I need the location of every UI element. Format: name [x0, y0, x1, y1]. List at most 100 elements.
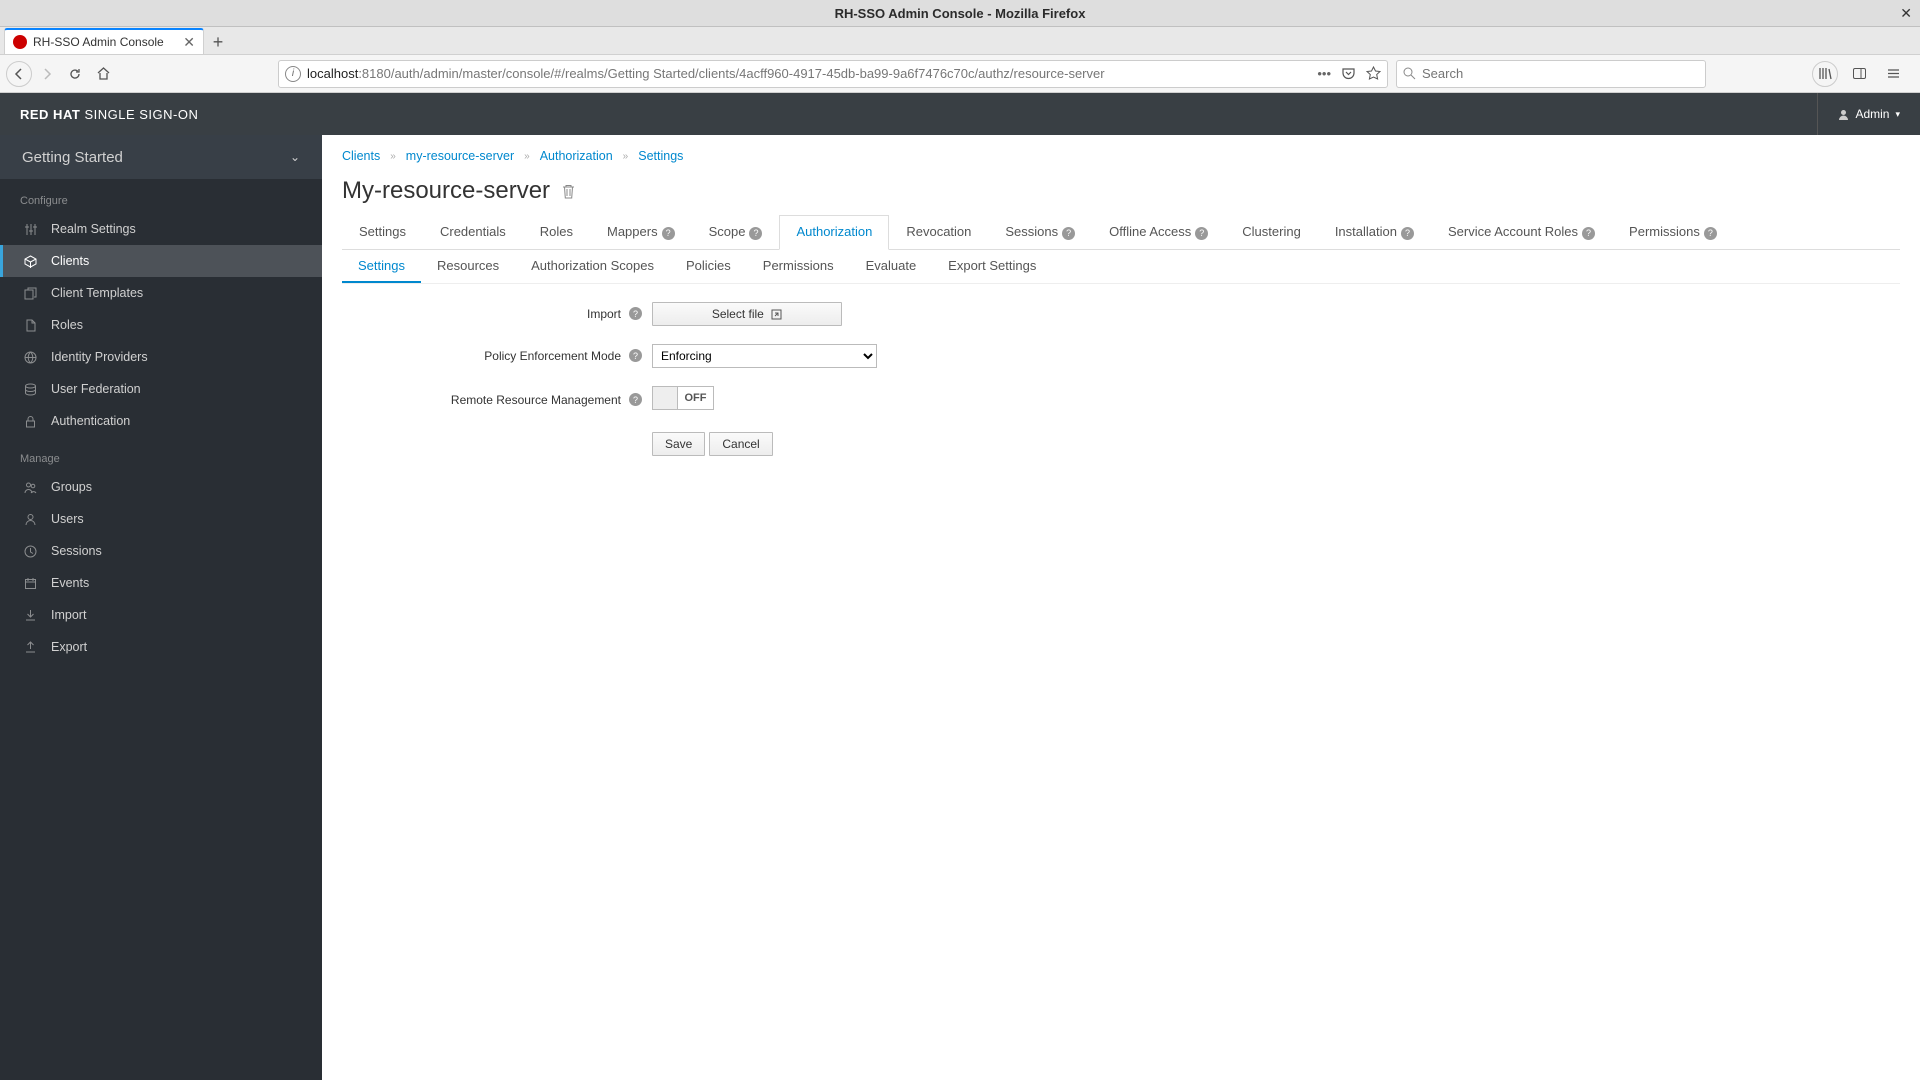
sidebar-icon[interactable] — [1846, 61, 1872, 87]
settings-form: Import ? Select file Policy Enforcement … — [342, 302, 1900, 456]
user-icon — [23, 512, 37, 526]
clock-icon — [23, 544, 37, 558]
pocket-icon[interactable] — [1341, 66, 1356, 81]
help-icon[interactable]: ? — [629, 349, 642, 362]
tab-authorization[interactable]: Authorization — [779, 215, 889, 250]
sidebar-item-sessions[interactable]: Sessions — [0, 535, 322, 567]
subtab-permissions[interactable]: Permissions — [747, 250, 850, 283]
delete-icon[interactable] — [562, 184, 575, 199]
search-input[interactable] — [1422, 66, 1699, 81]
primary-tabs: SettingsCredentialsRolesMappers?Scope?Au… — [342, 215, 1900, 250]
reload-button[interactable] — [62, 61, 88, 87]
sidebar-item-label: Events — [51, 576, 89, 590]
subtab-settings[interactable]: Settings — [342, 250, 421, 283]
copy-icon — [23, 286, 37, 300]
sidebar-item-label: Sessions — [51, 544, 102, 558]
calendar-icon — [23, 576, 37, 590]
new-tab-button[interactable]: + — [204, 30, 232, 54]
sidebar-item-import[interactable]: Import — [0, 599, 322, 631]
remote-resource-label: Remote Resource Management ? — [342, 393, 652, 407]
database-icon — [23, 382, 37, 396]
subtab-resources[interactable]: Resources — [421, 250, 515, 283]
tab-installation[interactable]: Installation? — [1318, 215, 1431, 249]
user-menu[interactable]: Admin ▾ — [1817, 93, 1900, 135]
breadcrumb-link[interactable]: my-resource-server — [406, 149, 514, 163]
sidebar-item-label: Authentication — [51, 414, 130, 428]
tab-revocation[interactable]: Revocation — [889, 215, 988, 249]
help-icon[interactable]: ? — [662, 227, 675, 240]
url-bar[interactable]: i localhost:8180/auth/admin/master/conso… — [278, 60, 1388, 88]
chevron-down-icon: ▾ — [1895, 109, 1900, 120]
sidebar-item-authentication[interactable]: Authentication — [0, 405, 322, 437]
user-name: Admin — [1855, 107, 1889, 121]
back-button[interactable] — [6, 61, 32, 87]
help-icon[interactable]: ? — [1582, 227, 1595, 240]
import-icon — [23, 608, 37, 622]
help-icon[interactable]: ? — [1062, 227, 1075, 240]
tab-service-account-roles[interactable]: Service Account Roles? — [1431, 215, 1612, 249]
help-icon[interactable]: ? — [749, 227, 762, 240]
sliders-icon — [23, 222, 37, 236]
tab-mappers[interactable]: Mappers? — [590, 215, 692, 249]
file-icon — [23, 318, 37, 332]
tab-credentials[interactable]: Credentials — [423, 215, 523, 249]
tab-offline-access[interactable]: Offline Access? — [1092, 215, 1225, 249]
home-button[interactable] — [90, 61, 116, 87]
export-icon — [23, 640, 37, 654]
subtab-authorization-scopes[interactable]: Authorization Scopes — [515, 250, 670, 283]
policy-enforcement-select[interactable]: Enforcing — [652, 344, 877, 368]
sidebar-item-users[interactable]: Users — [0, 503, 322, 535]
sidebar-item-realm-settings[interactable]: Realm Settings — [0, 213, 322, 245]
realm-selector[interactable]: Getting Started ⌄ — [0, 135, 322, 179]
page-actions-icon[interactable]: ••• — [1317, 66, 1331, 81]
sidebar-item-export[interactable]: Export — [0, 631, 322, 663]
sidebar-item-label: Users — [51, 512, 84, 526]
library-icon[interactable] — [1812, 61, 1838, 87]
favicon-icon — [13, 35, 27, 49]
file-open-icon — [771, 309, 782, 320]
tab-settings[interactable]: Settings — [342, 215, 423, 249]
sidebar-item-label: Realm Settings — [51, 222, 136, 236]
help-icon[interactable]: ? — [1401, 227, 1414, 240]
window-close-icon[interactable]: ✕ — [1900, 5, 1912, 22]
bookmark-icon[interactable] — [1366, 66, 1381, 81]
breadcrumb-link[interactable]: Settings — [638, 149, 683, 163]
sidebar-item-user-federation[interactable]: User Federation — [0, 373, 322, 405]
info-icon[interactable]: i — [285, 66, 301, 82]
sidebar-item-roles[interactable]: Roles — [0, 309, 322, 341]
tab-clustering[interactable]: Clustering — [1225, 215, 1318, 249]
url-text: localhost:8180/auth/admin/master/console… — [307, 66, 1311, 81]
forward-button[interactable] — [34, 61, 60, 87]
breadcrumb-separator: » — [524, 151, 530, 162]
subtab-export-settings[interactable]: Export Settings — [932, 250, 1052, 283]
sidebar-item-client-templates[interactable]: Client Templates — [0, 277, 322, 309]
help-icon[interactable]: ? — [629, 393, 642, 406]
tab-title: RH-SSO Admin Console — [33, 35, 164, 49]
sidebar-item-label: Clients — [51, 254, 89, 268]
select-file-button[interactable]: Select file — [652, 302, 842, 326]
remote-resource-toggle[interactable]: OFF — [652, 386, 714, 410]
tab-sessions[interactable]: Sessions? — [988, 215, 1092, 249]
sidebar-item-clients[interactable]: Clients — [0, 245, 322, 277]
tab-roles[interactable]: Roles — [523, 215, 590, 249]
breadcrumb-link[interactable]: Authorization — [540, 149, 613, 163]
search-bar[interactable] — [1396, 60, 1706, 88]
menu-icon[interactable] — [1880, 61, 1906, 87]
subtab-evaluate[interactable]: Evaluate — [850, 250, 933, 283]
browser-navbar: i localhost:8180/auth/admin/master/conso… — [0, 55, 1920, 93]
tab-permissions[interactable]: Permissions? — [1612, 215, 1734, 249]
help-icon[interactable]: ? — [1195, 227, 1208, 240]
sidebar-item-identity-providers[interactable]: Identity Providers — [0, 341, 322, 373]
sidebar-item-events[interactable]: Events — [0, 567, 322, 599]
tab-close-icon[interactable]: ✕ — [175, 34, 195, 51]
app-logo: RED HAT SINGLE SIGN-ON — [20, 107, 198, 122]
browser-tab[interactable]: RH-SSO Admin Console ✕ — [4, 28, 204, 54]
tab-scope[interactable]: Scope? — [692, 215, 780, 249]
help-icon[interactable]: ? — [629, 307, 642, 320]
cancel-button[interactable]: Cancel — [709, 432, 772, 456]
help-icon[interactable]: ? — [1704, 227, 1717, 240]
sidebar-item-groups[interactable]: Groups — [0, 471, 322, 503]
save-button[interactable]: Save — [652, 432, 705, 456]
subtab-policies[interactable]: Policies — [670, 250, 747, 283]
breadcrumb-link[interactable]: Clients — [342, 149, 380, 163]
